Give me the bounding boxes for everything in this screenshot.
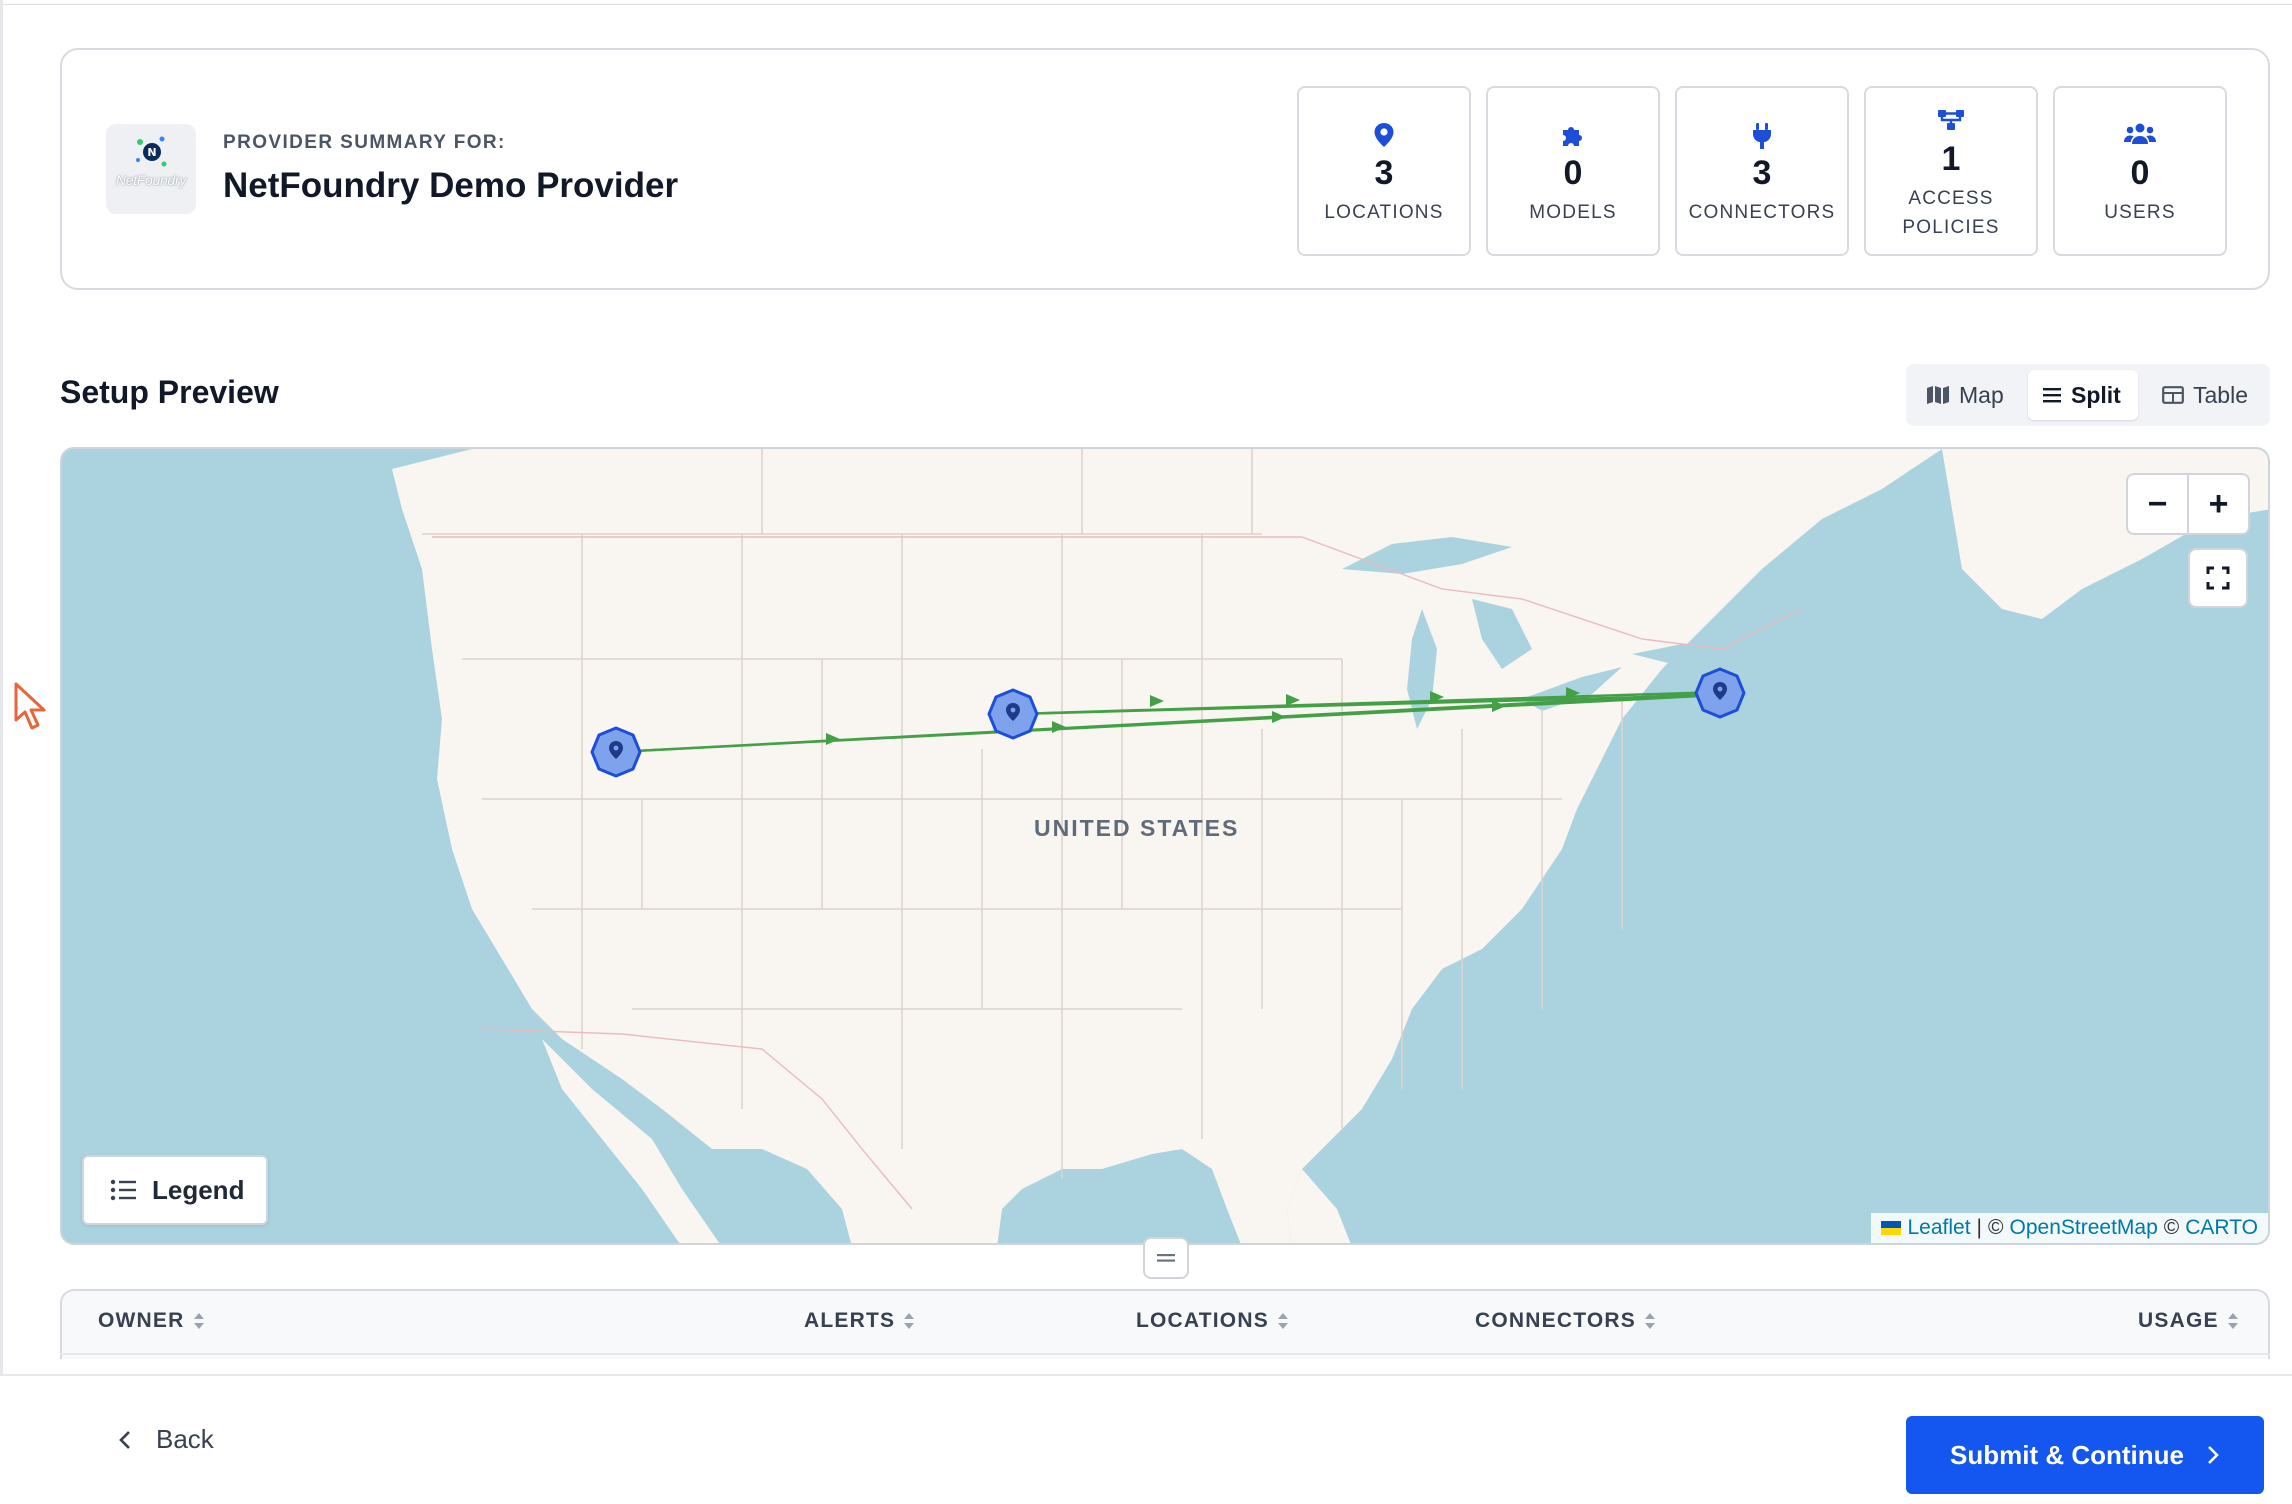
fullscreen-button[interactable]: [2188, 548, 2248, 608]
view-split-button[interactable]: Split: [2028, 370, 2138, 420]
drag-handle-icon: [1157, 1254, 1175, 1262]
stat-models[interactable]: 0 MODELS: [1486, 86, 1660, 256]
window-left-border: [0, 0, 3, 1502]
column-header-label: CONNECTORS: [1475, 1309, 1636, 1332]
column-header-locations[interactable]: LOCATIONS: [1136, 1309, 1289, 1333]
split-resize-handle[interactable]: [1143, 1237, 1189, 1279]
zoom-out-button[interactable]: −: [2128, 475, 2187, 533]
sort-icon: [1644, 1313, 1655, 1329]
view-map-label: Map: [1959, 381, 2004, 408]
stat-label: LOCATIONS: [1324, 202, 1444, 223]
zoom-in-button[interactable]: +: [2189, 475, 2248, 533]
column-header-connectors[interactable]: CONNECTORS: [1475, 1309, 1656, 1333]
owners-table-header: OWNER ALERTS LOCATIONS CONNECTORS USAGE: [60, 1289, 2270, 1359]
copyright-symbol: ©: [2163, 1216, 2180, 1239]
stat-label: MODELS: [1529, 202, 1617, 223]
copyright-symbol: ©: [1988, 1216, 2004, 1239]
submit-label: Submit & Continue: [1950, 1439, 2184, 1470]
stat-connectors[interactable]: 3 CONNECTORS: [1675, 86, 1849, 256]
provider-summary-card: N NetFoundry PROVIDER SUMMARY FOR: NetFo…: [60, 48, 2270, 290]
column-header-owner[interactable]: OWNER: [98, 1309, 205, 1333]
column-header-alerts[interactable]: ALERTS: [804, 1309, 915, 1333]
legend-button[interactable]: Legend: [82, 1155, 268, 1225]
view-table-button[interactable]: Table: [2148, 370, 2266, 420]
map-icon: [1927, 386, 1949, 404]
leaflet-link[interactable]: Leaflet: [1907, 1216, 1970, 1240]
wizard-footer: Back Submit & Continue: [0, 1374, 2292, 1504]
country-label: UNITED STATES: [1034, 815, 1240, 841]
stat-value: 0: [2130, 154, 2150, 192]
submit-continue-button[interactable]: Submit & Continue: [1906, 1416, 2264, 1494]
sort-icon: [904, 1313, 915, 1329]
chevron-left-icon: [119, 1430, 130, 1449]
view-table-label: Table: [2193, 381, 2248, 408]
netfoundry-logo-icon: N: [136, 136, 167, 167]
carto-link[interactable]: CARTO: [2185, 1216, 2258, 1240]
stat-value: 3: [1374, 154, 1394, 192]
attribution-separator: |: [1976, 1216, 1983, 1239]
provider-name: NetFoundry Demo Provider: [223, 166, 679, 205]
openstreetmap-link[interactable]: OpenStreetMap: [2010, 1216, 2158, 1240]
column-header-label: ALERTS: [804, 1309, 896, 1332]
stat-label: ACCESS POLICIES: [1902, 188, 2000, 238]
sort-icon: [1277, 1313, 1288, 1329]
chevron-right-icon: [2208, 1446, 2219, 1464]
mouse-cursor-icon: [14, 682, 46, 730]
setup-preview-title: Setup Preview: [60, 374, 279, 410]
network-icon: [1938, 110, 1964, 130]
map-pin-icon: [1374, 123, 1394, 147]
logo-text: NetFoundry: [115, 172, 187, 188]
stat-locations[interactable]: 3 LOCATIONS: [1297, 86, 1471, 256]
view-split-label: Split: [2071, 381, 2121, 408]
column-header-label: LOCATIONS: [1136, 1309, 1269, 1332]
provider-logo: N NetFoundry: [106, 124, 196, 214]
users-icon: [2124, 123, 2156, 144]
stat-label: CONNECTORS: [1688, 202, 1836, 223]
sort-icon: [2227, 1313, 2238, 1329]
back-label: Back: [156, 1424, 214, 1454]
plug-icon: [1753, 123, 1771, 149]
puzzle-icon: [1563, 127, 1582, 146]
summary-label: PROVIDER SUMMARY FOR:: [223, 132, 506, 153]
column-header-usage[interactable]: USAGE: [2138, 1309, 2239, 1333]
location-marker-central[interactable]: [987, 688, 1039, 740]
back-button[interactable]: Back: [118, 1424, 214, 1455]
view-toggle: Map Split Table: [1906, 364, 2270, 426]
fullscreen-icon: [2206, 566, 2230, 590]
stat-value: 1: [1941, 140, 1961, 178]
location-marker-east[interactable]: [1694, 667, 1746, 719]
sort-icon: [193, 1313, 204, 1329]
map-canvas: [392, 449, 2268, 1243]
window-top-border: [0, 0, 2292, 5]
column-header-label: USAGE: [2138, 1309, 2219, 1332]
stat-value: 0: [1563, 154, 1583, 192]
zoom-control: − +: [2126, 473, 2250, 535]
map-attribution: Leaflet | © OpenStreetMap © CARTO: [1871, 1213, 2268, 1243]
table-header-divider: [60, 1353, 2270, 1355]
list-icon: [2043, 388, 2061, 403]
view-map-button[interactable]: Map: [1912, 370, 2024, 420]
table-icon: [2162, 386, 2184, 404]
legend-label: Legend: [152, 1174, 245, 1205]
stat-users[interactable]: 0 USERS: [2053, 86, 2227, 256]
stat-access-policies[interactable]: 1 ACCESS POLICIES: [1864, 86, 2038, 256]
list-bullets-icon: [110, 1179, 136, 1201]
stat-value: 3: [1752, 154, 1772, 192]
location-marker-west[interactable]: [590, 726, 642, 778]
ukraine-flag-icon: [1881, 1221, 1902, 1235]
svg-text:N: N: [147, 146, 156, 159]
column-header-label: OWNER: [98, 1309, 185, 1332]
map-panel[interactable]: UNITED STATES − + Legend Leaflet | © Ope…: [60, 447, 2270, 1245]
stat-label: USERS: [2104, 202, 2176, 223]
